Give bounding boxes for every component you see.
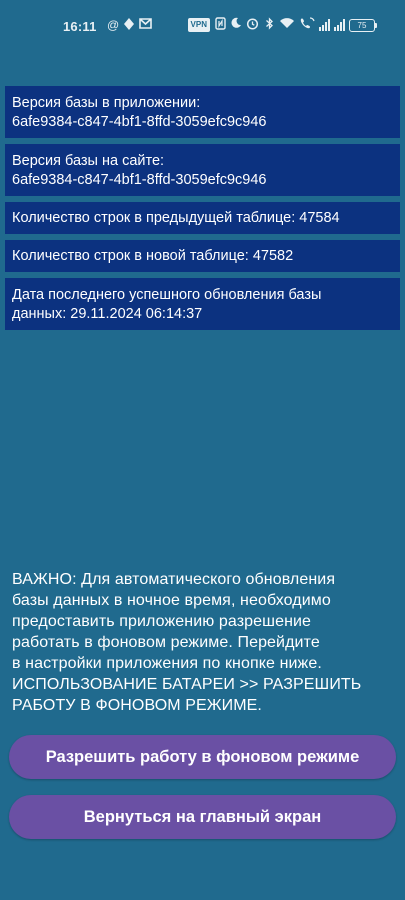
- note-line: базы данных в ночное время, необходимо: [12, 592, 331, 609]
- wifi-icon: [279, 17, 295, 33]
- last-update-value: данных: 29.11.2024 06:14:37: [12, 306, 203, 322]
- new-table-row-count: Количество строк в новой таблице: 47582: [5, 240, 400, 272]
- app-version-value: 6afe9384-c847-4bf1-8ffd-3059efc9c946: [12, 114, 267, 130]
- site-database-version: Версия базы на сайте: 6afe9384-c847-4bf1…: [5, 144, 400, 196]
- status-left-icons: @: [107, 17, 152, 33]
- database-info-list: Версия базы в приложении: 6afe9384-c847-…: [5, 86, 400, 336]
- status-bar: 16:11 @ VPN 75: [0, 0, 405, 56]
- signal-icon: [319, 19, 330, 31]
- background-permission-note: ВАЖНО: Для автоматического обновления ба…: [12, 569, 397, 716]
- last-update-date: Дата последнего успешного обновления баз…: [5, 278, 400, 330]
- previous-table-row-count: Количество строк в предыдущей таблице: 4…: [5, 202, 400, 234]
- wifi-calling-icon: [299, 17, 315, 33]
- new-rows-text: Количество строк в новой таблице: 47582: [12, 248, 294, 264]
- app-database-version: Версия базы в приложении: 6afe9384-c847-…: [5, 86, 400, 138]
- gmail-icon: [139, 17, 152, 33]
- allow-background-button[interactable]: Разрешить работу в фоновом режиме: [9, 735, 396, 779]
- signal-icon: [334, 19, 345, 31]
- previous-rows-text: Количество строк в предыдущей таблице: 4…: [12, 210, 340, 226]
- note-line: предоставить приложению разрешение: [12, 613, 312, 630]
- last-update-label: Дата последнего успешного обновления баз…: [12, 287, 322, 303]
- app-version-label: Версия базы в приложении:: [12, 95, 201, 111]
- navigation-icon: [123, 17, 135, 33]
- battery-icon: 75: [349, 18, 377, 32]
- at-icon: @: [107, 18, 120, 32]
- note-line: ВАЖНО: Для автоматического обновления: [12, 571, 336, 588]
- nfc-icon: [214, 17, 226, 33]
- alarm-icon: [246, 17, 259, 33]
- status-right-icons: VPN 75: [187, 17, 377, 33]
- do-not-disturb-icon: [230, 17, 242, 33]
- note-line: РАБОТУ В ФОНОВОМ РЕЖИМЕ.: [12, 697, 262, 714]
- note-line: в настройки приложения по кнопке ниже.: [12, 655, 322, 672]
- bluetooth-icon: [263, 17, 275, 33]
- vpn-icon: VPN: [187, 18, 210, 32]
- note-line: работать в фоновом режиме. Перейдите: [12, 634, 320, 651]
- status-time: 16:11: [63, 19, 97, 34]
- site-version-value: 6afe9384-c847-4bf1-8ffd-3059efc9c946: [12, 172, 267, 188]
- back-to-home-button[interactable]: Вернуться на главный экран: [9, 795, 396, 839]
- note-line: ИСПОЛЬЗОВАНИЕ БАТАРЕИ >> РАЗРЕШИТЬ: [12, 676, 362, 693]
- site-version-label: Версия базы на сайте:: [12, 153, 165, 169]
